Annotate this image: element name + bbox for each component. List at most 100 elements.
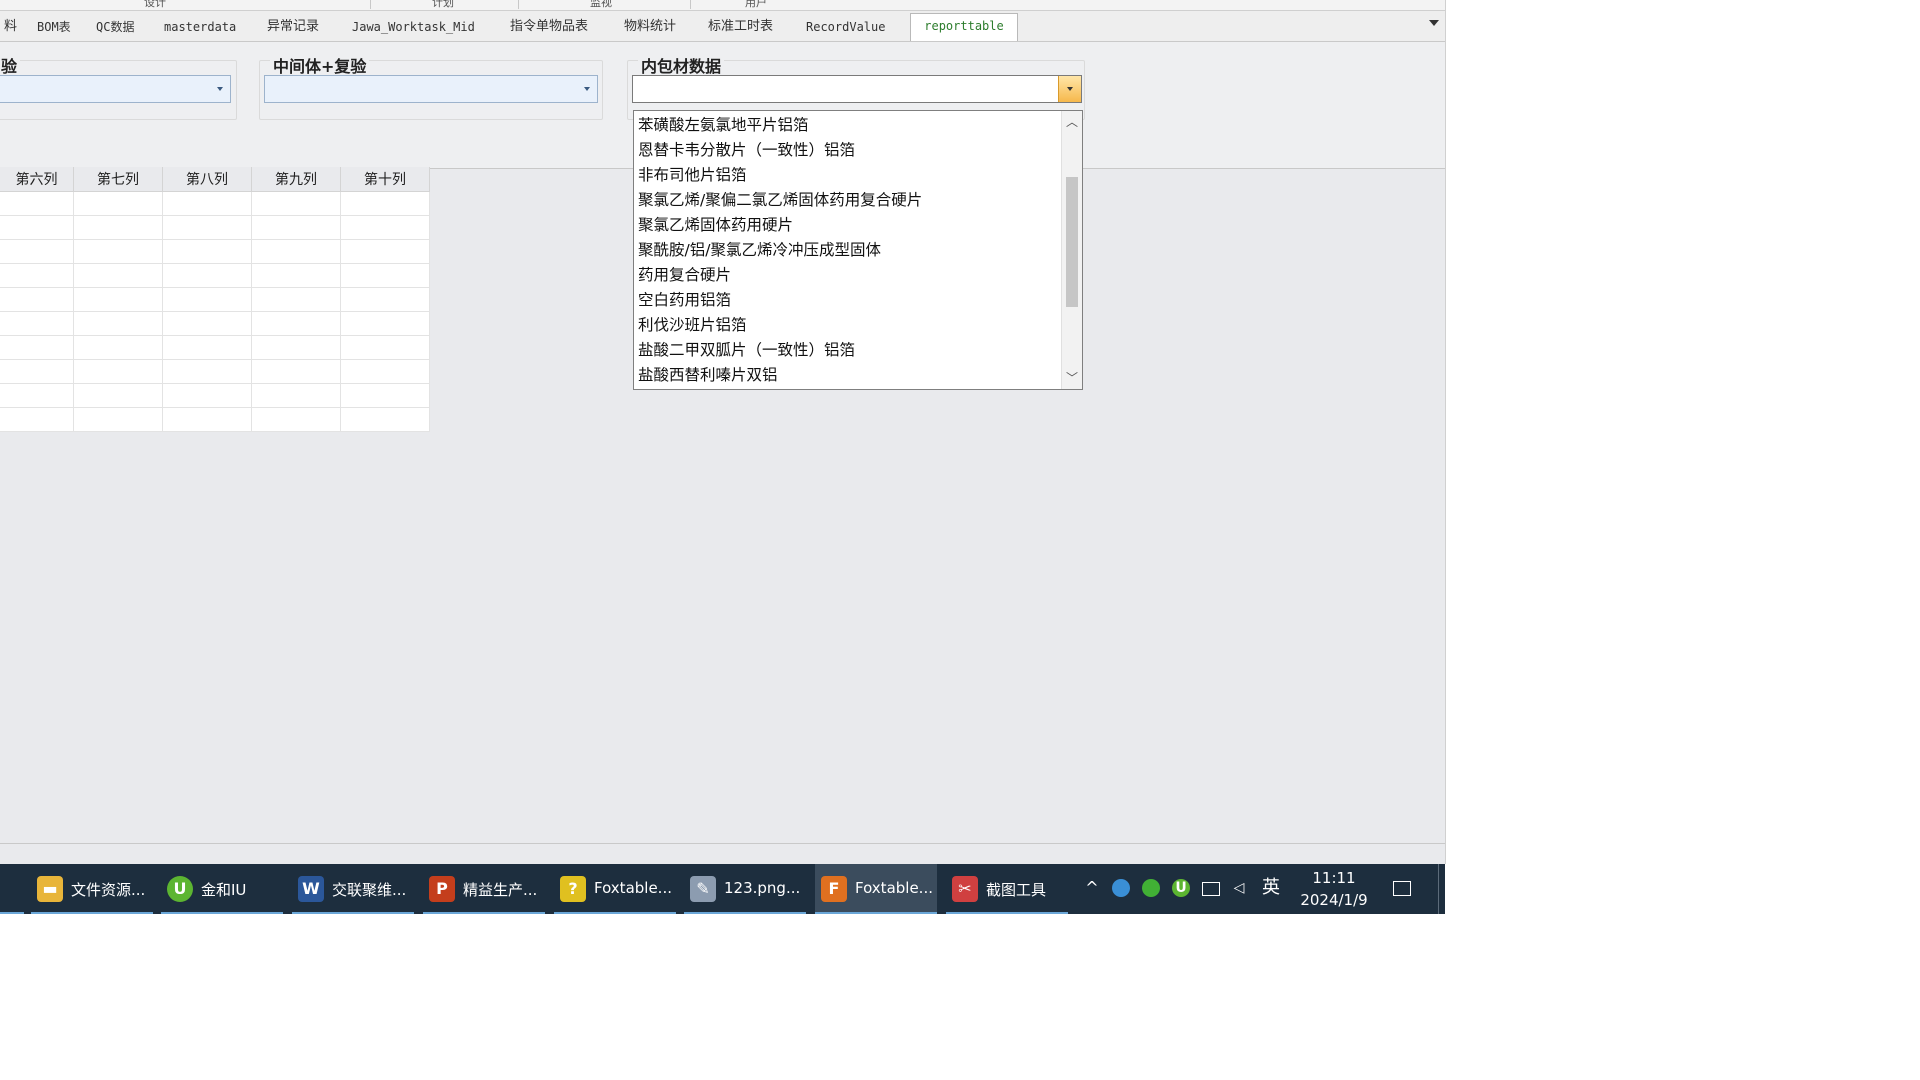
dropdown-option[interactable]: 盐酸西替利嗪片双铝 — [638, 363, 1082, 388]
dropdown-option[interactable]: 盐酸二甲双胍片（一致性）铝箔 — [638, 338, 1082, 363]
menu-design[interactable]: 设计 — [144, 0, 166, 10]
tab-reporttable[interactable]: reporttable — [910, 13, 1018, 41]
dropdown-option[interactable]: 空白药用铝箔 — [638, 288, 1082, 313]
table-row[interactable] — [0, 335, 430, 360]
dropdown-option[interactable]: 非布司他片铝箔 — [638, 163, 1082, 188]
tab-exception-log[interactable]: 异常记录 — [263, 15, 323, 39]
table-cell[interactable] — [73, 383, 163, 408]
table-cell[interactable] — [73, 311, 163, 336]
menu-plan[interactable]: 计划 — [432, 0, 454, 10]
show-desktop-button[interactable] — [1438, 864, 1446, 914]
clock-time[interactable]: 11:11 — [1296, 869, 1372, 887]
table-cell[interactable] — [162, 311, 252, 336]
table-cell[interactable] — [251, 263, 341, 288]
table-cell[interactable] — [251, 215, 341, 240]
column-header-8[interactable]: 第八列 — [162, 167, 252, 192]
table-cell[interactable] — [251, 335, 341, 360]
table-row[interactable] — [0, 191, 430, 216]
table-cell[interactable] — [340, 263, 430, 288]
dropdown-option[interactable]: 聚氯乙烯固体药用硬片 — [638, 213, 1082, 238]
table-cell[interactable] — [162, 335, 252, 360]
table-row[interactable] — [0, 239, 430, 264]
scroll-thumb[interactable] — [1066, 177, 1078, 307]
tab-jawa-worktask-mid[interactable]: Jawa_Worktask_Mid — [348, 15, 479, 39]
table-row[interactable] — [0, 287, 430, 312]
taskbar-item-word[interactable]: W 交联聚维... — [292, 864, 414, 914]
table-cell[interactable] — [0, 239, 74, 264]
table-row[interactable] — [0, 215, 430, 240]
table-row[interactable] — [0, 311, 430, 336]
inspection-combo[interactable] — [0, 75, 231, 103]
table-cell[interactable] — [73, 215, 163, 240]
table-cell[interactable] — [0, 335, 74, 360]
intermediate-combo[interactable] — [264, 75, 598, 103]
column-header-9[interactable]: 第九列 — [251, 167, 341, 192]
tab-order-items[interactable]: 指令单物品表 — [506, 15, 592, 39]
dropdown-scrollbar[interactable]: ︿ ﹀ — [1061, 111, 1082, 389]
taskbar-item-file-explorer[interactable]: ▬ 文件资源... — [31, 864, 153, 914]
table-cell[interactable] — [340, 311, 430, 336]
taskbar-item-snipping-tool[interactable]: ✂ 截图工具 — [946, 864, 1068, 914]
taskbar-item-foxtable[interactable]: F Foxtable... — [815, 864, 937, 914]
inner-packaging-combo[interactable] — [632, 75, 1082, 103]
column-header-10[interactable]: 第十列 — [340, 167, 430, 192]
table-cell[interactable] — [162, 263, 252, 288]
taskbar-item-partial[interactable] — [0, 864, 24, 914]
dropdown-option[interactable]: 聚酰胺/铝/聚氯乙烯冷冲压成型固体 — [638, 238, 1082, 263]
dropdown-option[interactable]: 恩替卡韦分散片（一致性）铝箔 — [638, 138, 1082, 163]
table-cell[interactable] — [73, 239, 163, 264]
menu-user[interactable]: 用户 — [745, 0, 767, 10]
table-cell[interactable] — [0, 263, 74, 288]
tab-standard-hours[interactable]: 标准工时表 — [704, 15, 777, 39]
scroll-down-icon[interactable]: ﹀ — [1062, 369, 1082, 387]
table-cell[interactable] — [162, 383, 252, 408]
jinhe-iu-tray-icon[interactable]: U — [1172, 879, 1190, 897]
table-cell[interactable] — [340, 215, 430, 240]
taskbar-item-paint[interactable]: ✎ 123.png... — [684, 864, 806, 914]
taskbar-item-jinhe-iu[interactable]: U 金和IU — [161, 864, 283, 914]
table-cell[interactable] — [162, 287, 252, 312]
taskbar-item-foxtable-help[interactable]: ? Foxtable... — [554, 864, 676, 914]
table-cell[interactable] — [0, 311, 74, 336]
table-cell[interactable] — [162, 359, 252, 384]
table-cell[interactable] — [340, 359, 430, 384]
table-cell[interactable] — [73, 359, 163, 384]
table-cell[interactable] — [251, 359, 341, 384]
dropdown-option[interactable]: 聚氯乙烯/聚偏二氯乙烯固体药用复合硬片 — [638, 188, 1082, 213]
table-cell[interactable] — [340, 191, 430, 216]
table-cell[interactable] — [73, 335, 163, 360]
network-monitor-icon[interactable] — [1202, 882, 1220, 896]
network-globe-icon[interactable] — [1112, 879, 1130, 897]
tab-bom[interactable]: BOM表 — [33, 15, 75, 39]
dropdown-option[interactable]: 利伐沙班片铝箔 — [638, 313, 1082, 338]
table-cell[interactable] — [251, 383, 341, 408]
table-cell[interactable] — [73, 263, 163, 288]
tab-material-stats[interactable]: 物料统计 — [620, 15, 680, 39]
table-cell[interactable] — [251, 407, 341, 432]
table-cell[interactable] — [251, 287, 341, 312]
table-cell[interactable] — [251, 191, 341, 216]
column-header-6[interactable]: 第六列 — [0, 167, 74, 192]
dropdown-button[interactable] — [1058, 76, 1081, 102]
chevron-up-icon[interactable]: ^ — [1083, 879, 1101, 897]
tab-material[interactable]: 料 — [0, 15, 21, 39]
table-cell[interactable] — [340, 239, 430, 264]
notification-center-icon[interactable] — [1393, 881, 1411, 896]
table-cell[interactable] — [162, 407, 252, 432]
table-cell[interactable] — [162, 191, 252, 216]
table-cell[interactable] — [340, 335, 430, 360]
ime-indicator[interactable]: 英 — [1259, 879, 1283, 897]
dropdown-option[interactable]: 苯磺酸左氨氯地平片铝箔 — [638, 113, 1082, 138]
inner-packaging-dropdown-list[interactable]: 苯磺酸左氨氯地平片铝箔 恩替卡韦分散片（一致性）铝箔 非布司他片铝箔 聚氯乙烯/… — [633, 110, 1083, 390]
tab-masterdata[interactable]: masterdata — [160, 15, 240, 39]
table-cell[interactable] — [0, 383, 74, 408]
table-cell[interactable] — [73, 287, 163, 312]
table-cell[interactable] — [0, 191, 74, 216]
table-cell[interactable] — [340, 407, 430, 432]
table-cell[interactable] — [340, 383, 430, 408]
table-cell[interactable] — [251, 311, 341, 336]
dropdown-option[interactable]: 药用复合硬片 — [638, 263, 1082, 288]
tab-qc-data[interactable]: QC数据 — [92, 15, 138, 39]
column-header-7[interactable]: 第七列 — [73, 167, 163, 192]
table-row[interactable] — [0, 359, 430, 384]
